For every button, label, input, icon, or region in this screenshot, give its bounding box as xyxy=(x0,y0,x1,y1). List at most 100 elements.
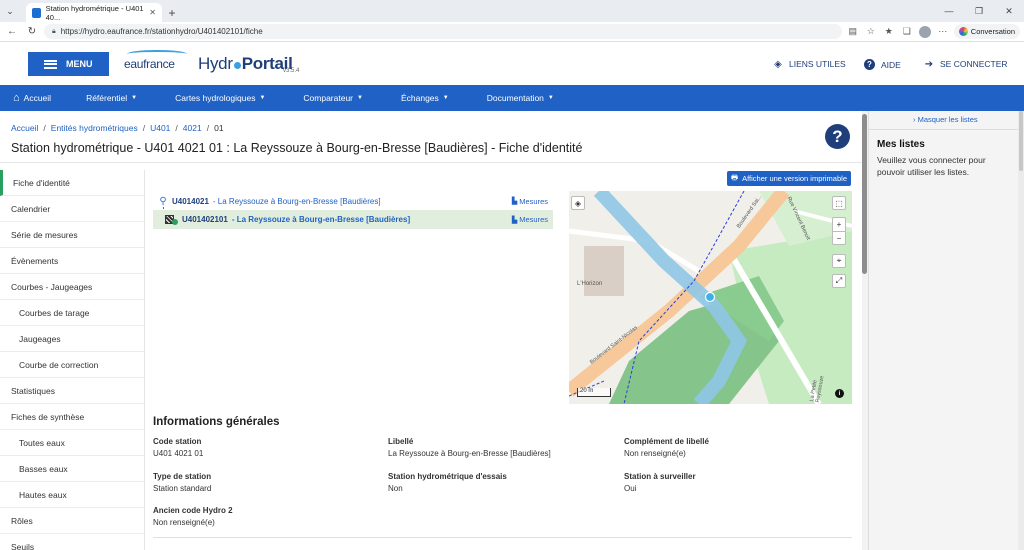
wave-icon xyxy=(127,50,187,58)
nav-cartes-label: Cartes hydrologiques xyxy=(175,93,256,103)
new-tab-icon[interactable]: + xyxy=(162,3,182,22)
collections-icon[interactable]: ❏ xyxy=(900,25,914,39)
menu-button[interactable]: MENU xyxy=(28,52,109,76)
more-menu-icon[interactable]: ⋯ xyxy=(936,25,950,39)
zoom-in-button[interactable]: + xyxy=(832,217,846,231)
nav-accueil[interactable]: ⌂ Accueil xyxy=(13,92,51,104)
chevron-right-icon: › xyxy=(913,115,916,124)
hydroportail-logo[interactable]: Hydr Portail xyxy=(198,54,293,74)
page-scrollbar-thumb[interactable] xyxy=(862,114,867,274)
reload-icon[interactable]: ↻ xyxy=(24,24,40,40)
nav-referentiel[interactable]: Référentiel ▼ xyxy=(86,93,137,103)
lists-panel: › Masquer les listes Mes listes Veuillez… xyxy=(868,111,1024,550)
liens-utiles-link[interactable]: ◈ LIENS UTILES xyxy=(773,59,846,70)
map-info-icon[interactable]: i xyxy=(835,389,844,398)
sidenav-courbes-tarage[interactable]: Courbes de tarage xyxy=(0,300,144,326)
aide-link[interactable]: ? AIDE xyxy=(864,59,901,70)
station-label[interactable]: - La Reyssouze à Bourg-en-Bresse [Baudiè… xyxy=(232,215,410,224)
breadcrumb-accueil[interactable]: Accueil xyxy=(11,123,38,133)
locate-button[interactable]: ⌖ xyxy=(832,254,846,268)
sidenav-basses-eaux[interactable]: Basses eaux xyxy=(0,456,144,482)
site-label[interactable]: - La Reyssouze à Bourg-en-Bresse [Baudiè… xyxy=(213,197,381,206)
nav-documentation-label: Documentation xyxy=(486,93,544,103)
eaufrance-logo[interactable]: eaufrance xyxy=(124,50,187,71)
lists-panel-text: Veuillez vous connecter pour pouvoir uti… xyxy=(877,155,986,177)
tree-site-row[interactable]: ⚲ U4014021 - La Reyssouze à Bourg-en-Bre… xyxy=(158,195,553,207)
nav-referentiel-label: Référentiel xyxy=(86,93,128,103)
hide-lists-label: Masquer les listes xyxy=(917,115,978,124)
tab-list-icon[interactable]: ⌄ xyxy=(0,0,20,22)
map-select-button[interactable]: ⬚ xyxy=(832,196,846,210)
back-icon[interactable]: ← xyxy=(4,24,20,40)
panel-scrollbar-thumb[interactable] xyxy=(1019,111,1023,171)
minus-icon: − xyxy=(836,233,842,243)
zoom-out-button[interactable]: − xyxy=(832,231,846,245)
aide-label: AIDE xyxy=(881,59,901,70)
copilot-button[interactable]: Conversation xyxy=(953,24,1020,39)
se-connecter-link[interactable]: ➔ SE CONNECTER xyxy=(924,59,1008,70)
page-help-icon[interactable]: ? xyxy=(825,124,850,149)
sidenav-roles[interactable]: Rôles xyxy=(0,508,144,534)
printer-icon: 🖶︎ xyxy=(730,173,739,182)
info-section-title: Informations générales xyxy=(153,416,280,428)
sidenav-statistiques[interactable]: Statistiques xyxy=(0,378,144,404)
hide-lists-link[interactable]: › Masquer les listes xyxy=(913,115,978,124)
close-window-icon[interactable]: ✕ xyxy=(994,0,1024,22)
station-mesures-link[interactable]: ▙ Mesures xyxy=(512,215,553,224)
field-code-station: Code station U401 4021 01 xyxy=(153,437,203,458)
breadcrumb: Accueil / Entités hydrométriques / U401 / 4… xyxy=(11,123,224,133)
sidenav-hautes-eaux[interactable]: Hautes eaux xyxy=(0,482,144,508)
restore-icon[interactable]: ❐ xyxy=(964,0,994,22)
sidenav-courbes-jaugeages[interactable]: Courbes - Jaugeages xyxy=(0,274,144,300)
site-mesures-link[interactable]: ▙ Mesures xyxy=(512,197,553,206)
field-label: Type de station xyxy=(153,472,212,481)
panel-scrollbar[interactable] xyxy=(1018,111,1024,550)
nav-cartes[interactable]: Cartes hydrologiques ▼ xyxy=(175,93,265,103)
browser-tab[interactable]: Station hydrométrique - U401 40... ✕ xyxy=(26,3,162,22)
map-canvas xyxy=(569,191,852,404)
station-map[interactable]: L'Horizon Boulevard Saint-Nicolas Boulev… xyxy=(569,191,852,404)
nav-accueil-label: Accueil xyxy=(23,93,52,103)
sidenav-fiches-synthese[interactable]: Fiches de synthèse xyxy=(0,404,144,430)
profile-button[interactable] xyxy=(918,25,932,39)
profile-avatar xyxy=(918,25,931,38)
breadcrumb-separator: / xyxy=(142,123,146,133)
favorites-icon[interactable]: ★ xyxy=(882,25,896,39)
sidenav-serie-mesures[interactable]: Série de mesures xyxy=(0,222,144,248)
sidenav-courbe-correction[interactable]: Courbe de correction xyxy=(0,352,144,378)
breadcrumb-zone[interactable]: U401 xyxy=(150,123,170,133)
reader-icon[interactable]: ▤ xyxy=(846,25,860,39)
sidenav-calendrier[interactable]: Calendrier xyxy=(0,196,144,222)
nav-documentation[interactable]: Documentation ▼ xyxy=(487,93,554,103)
map-layers-button[interactable]: ◈ xyxy=(571,196,585,210)
nav-echanges[interactable]: Échanges ▼ xyxy=(401,93,449,103)
content-divider xyxy=(0,162,862,163)
address-bar: ← ↻ 🔒︎ https://hydro.eaufrance.fr/statio… xyxy=(0,22,1024,42)
sidenav-jaugeages[interactable]: Jaugeages xyxy=(0,326,144,352)
panel-divider xyxy=(869,129,1024,130)
field-station-essais: Station hydrométrique d'essais Non xyxy=(388,472,507,493)
copilot-icon xyxy=(958,27,968,36)
nav-comparateur[interactable]: Comparateur ▼ xyxy=(303,93,363,103)
caret-down-icon: ▼ xyxy=(259,95,266,101)
selection-icon: ⬚ xyxy=(835,198,843,208)
close-tab-icon[interactable]: ✕ xyxy=(149,8,156,17)
fullscreen-button[interactable]: ⤢ xyxy=(832,274,846,288)
sidenav-toutes-eaux[interactable]: Toutes eaux xyxy=(0,430,144,456)
tree-station-row[interactable]: U401402101 - La Reyssouze à Bourg-en-Bre… xyxy=(153,210,553,229)
sidenav-seuils[interactable]: Seuils xyxy=(0,534,144,550)
print-version-button[interactable]: 🖶︎ Afficher une version imprimable xyxy=(727,171,851,186)
breadcrumb-entites[interactable]: Entités hydrométriques xyxy=(51,123,138,133)
breadcrumb-site[interactable]: 4021 xyxy=(183,123,202,133)
crosshair-icon: ⌖ xyxy=(836,256,842,265)
nav-echanges-label: Échanges xyxy=(400,93,439,103)
minimize-icon[interactable]: — xyxy=(934,0,964,22)
sidenav-fiche-identite[interactable]: Fiche d'identité xyxy=(0,170,144,196)
sidenav-evenements[interactable]: Évènements xyxy=(0,248,144,274)
chart-bars-icon: ▙ xyxy=(511,216,518,224)
field-value: Non renseigné(e) xyxy=(153,518,215,527)
favorite-star-icon[interactable]: ☆ xyxy=(864,25,878,39)
field-value: La Reyssouze à Bourg-en-Bresse [Baudière… xyxy=(388,449,551,458)
logo-hydro-text: Hydr xyxy=(198,54,233,73)
url-field[interactable]: 🔒︎ https://hydro.eaufrance.fr/stationhyd… xyxy=(44,24,842,39)
